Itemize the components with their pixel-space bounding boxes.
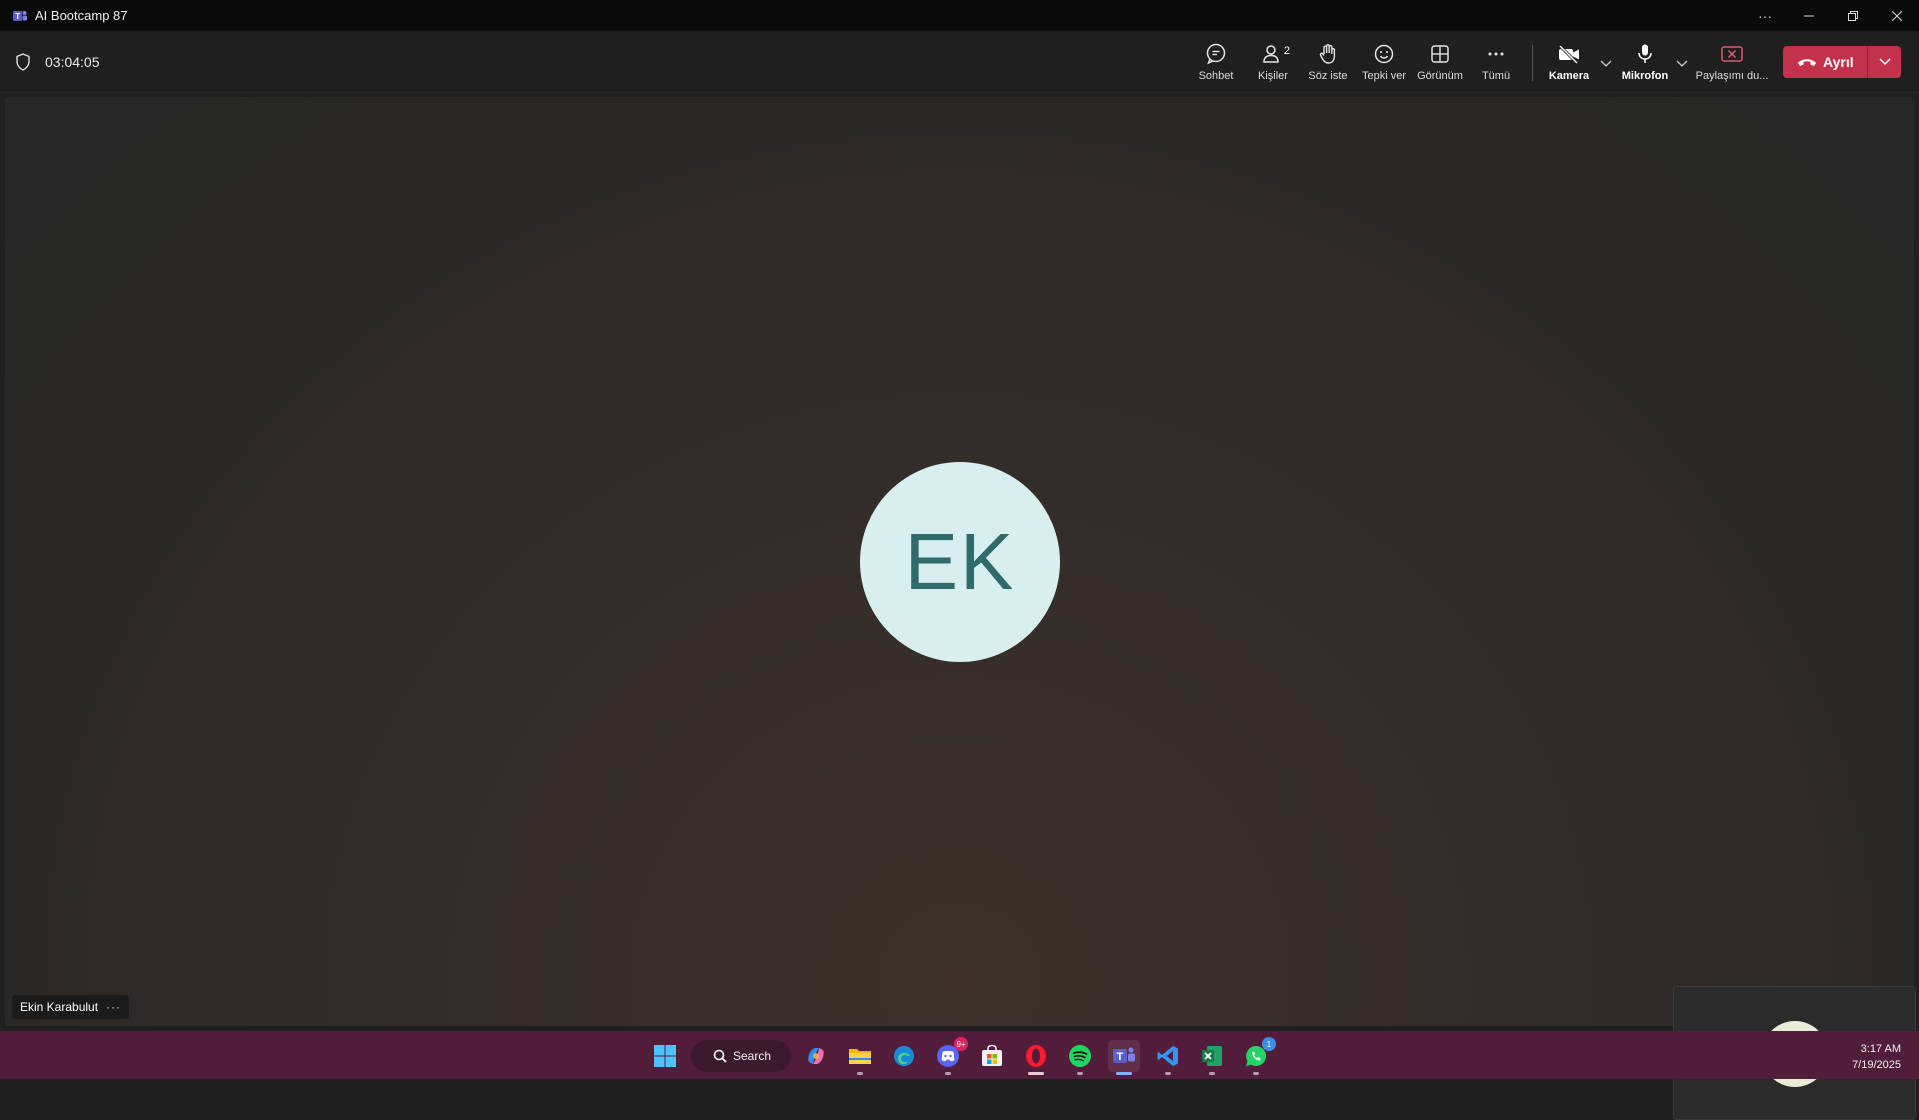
spotify-icon[interactable] xyxy=(1064,1040,1096,1075)
more-options-icon[interactable]: ··· xyxy=(1743,0,1787,31)
minimize-button[interactable] xyxy=(1787,0,1831,31)
participant-initials: EK xyxy=(904,517,1016,606)
taskbar-search[interactable]: Search xyxy=(691,1040,791,1072)
vscode-icon[interactable] xyxy=(1152,1040,1184,1075)
leave-label: Ayrıl xyxy=(1823,54,1854,70)
camera-button[interactable]: Kamera xyxy=(1541,41,1597,87)
meeting-stage: EK Ekin Karabulut ··· ÖB xyxy=(5,97,1916,1120)
camera-label: Kamera xyxy=(1548,70,1590,82)
participant-name: Ekin Karabulut xyxy=(20,1000,99,1014)
clock-date: 7/19/2025 xyxy=(1852,1059,1901,1071)
camera-off-icon xyxy=(1556,41,1582,67)
system-clock[interactable]: 3:17 AM 7/19/2025 xyxy=(1852,1041,1901,1073)
smiley-icon xyxy=(1371,41,1397,67)
copilot-icon[interactable] xyxy=(800,1040,832,1072)
microphone-button[interactable]: Mikrofon xyxy=(1617,41,1673,87)
shield-icon xyxy=(16,53,30,71)
stop-sharing-label: Paylaşımı du... xyxy=(1695,70,1769,82)
participant-more-icon[interactable]: ··· xyxy=(106,1000,121,1014)
view-label: Görünüm xyxy=(1417,70,1463,82)
chat-label: Sohbet xyxy=(1198,70,1234,82)
stop-share-icon xyxy=(1719,41,1745,67)
meeting-toolbar: 03:04:05 Sohbet 2 Kişiler Söz iste Tepki… xyxy=(0,31,1919,93)
people-label: Kişiler xyxy=(1258,70,1288,82)
clock-time: 3:17 AM xyxy=(1860,1043,1901,1055)
raise-hand-button[interactable]: Söz iste xyxy=(1300,41,1356,87)
microphone-label: Mikrofon xyxy=(1621,70,1669,82)
people-icon: 2 xyxy=(1260,41,1290,67)
windows-taskbar: Search 9+ T 1 3:17 AM 7/19/2025 xyxy=(0,1031,1919,1079)
participant-name-tag: Ekin Karabulut ··· xyxy=(12,995,130,1019)
svg-text:T: T xyxy=(1117,1051,1124,1063)
toolbar-divider xyxy=(1532,45,1533,81)
window-title: AI Bootcamp 87 xyxy=(35,8,128,23)
more-button[interactable]: Tümü xyxy=(1468,41,1524,87)
windows-start-icon[interactable] xyxy=(649,1040,681,1072)
restore-button[interactable] xyxy=(1831,0,1875,31)
hand-icon xyxy=(1315,41,1341,67)
camera-options-chevron-icon[interactable] xyxy=(1599,57,1613,71)
hang-up-icon xyxy=(1798,59,1816,66)
excel-icon[interactable] xyxy=(1196,1040,1228,1075)
leave-button[interactable]: Ayrıl xyxy=(1783,46,1901,78)
raise-hand-label: Söz iste xyxy=(1308,70,1348,82)
grid-icon xyxy=(1427,41,1453,67)
participant-avatar[interactable]: EK xyxy=(860,462,1060,662)
microphone-icon xyxy=(1632,41,1658,67)
close-button[interactable] xyxy=(1875,0,1919,31)
chat-icon xyxy=(1203,41,1229,67)
chat-button[interactable]: Sohbet xyxy=(1188,41,1244,87)
stop-sharing-button[interactable]: Paylaşımı du... xyxy=(1695,41,1769,87)
title-bar: T AI Bootcamp 87 ··· xyxy=(0,0,1919,31)
people-count: 2 xyxy=(1283,45,1290,57)
more-label: Tümü xyxy=(1481,70,1511,82)
react-button[interactable]: Tepki ver xyxy=(1356,41,1412,87)
whatsapp-badge: 1 xyxy=(1262,1037,1276,1051)
edge-icon[interactable] xyxy=(888,1040,920,1072)
whatsapp-icon[interactable]: 1 xyxy=(1240,1037,1276,1075)
leave-options-chevron-icon[interactable] xyxy=(1868,58,1901,66)
discord-icon[interactable]: 9+ xyxy=(932,1037,968,1075)
teams-icon: T xyxy=(11,7,28,24)
search-icon xyxy=(713,1049,727,1063)
microphone-options-chevron-icon[interactable] xyxy=(1675,57,1689,71)
people-button[interactable]: 2 Kişiler xyxy=(1245,41,1301,87)
teams-taskbar-icon[interactable]: T xyxy=(1108,1040,1140,1075)
view-button[interactable]: Görünüm xyxy=(1412,41,1468,87)
react-label: Tepki ver xyxy=(1361,70,1407,82)
leave-main[interactable]: Ayrıl xyxy=(1783,46,1868,78)
opera-icon[interactable] xyxy=(1020,1040,1052,1075)
file-explorer-icon[interactable] xyxy=(844,1040,876,1075)
discord-badge: 9+ xyxy=(954,1037,968,1051)
meeting-timer: 03:04:05 xyxy=(45,54,100,70)
search-label: Search xyxy=(733,1049,772,1063)
svg-text:T: T xyxy=(15,12,20,21)
ellipsis-icon xyxy=(1483,41,1509,67)
microsoft-store-icon[interactable] xyxy=(976,1040,1008,1072)
